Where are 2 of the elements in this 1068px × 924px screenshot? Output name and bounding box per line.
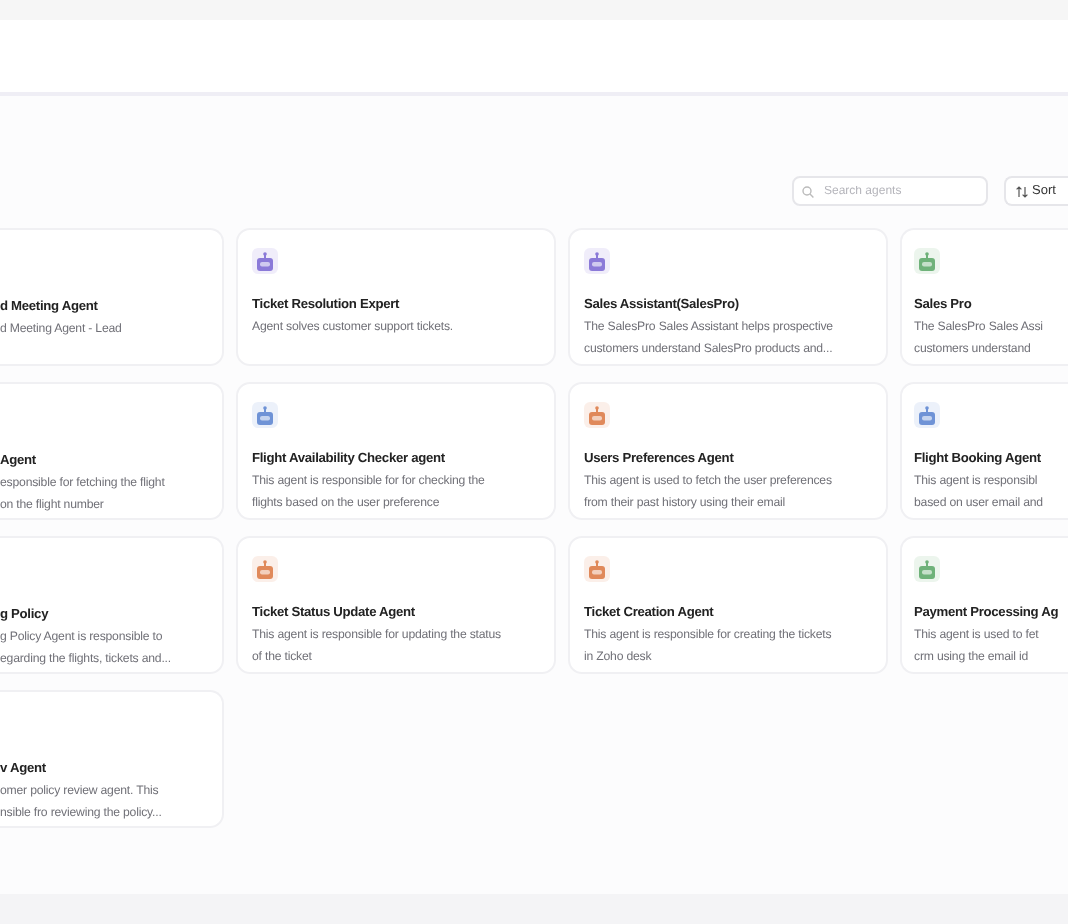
sort-icon xyxy=(1016,185,1028,197)
search-icon xyxy=(802,185,814,197)
